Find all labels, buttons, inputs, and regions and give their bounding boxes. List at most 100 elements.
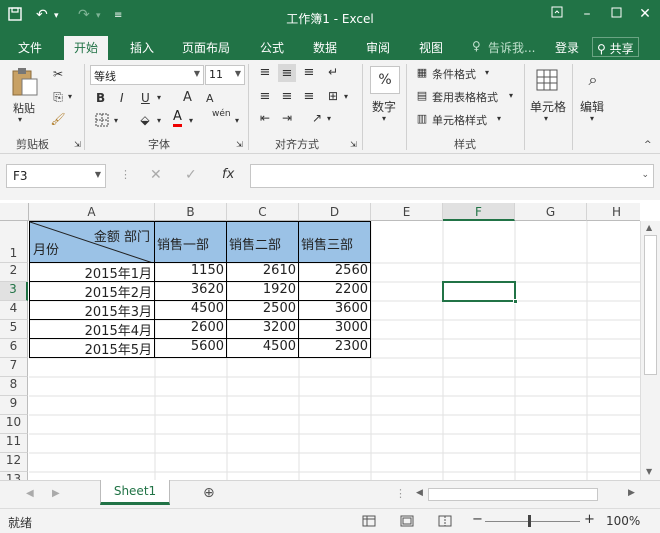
- merge-dropdown-icon[interactable]: ▾: [344, 92, 348, 101]
- tab-data[interactable]: 数据: [313, 39, 337, 56]
- close-icon[interactable]: ✕: [634, 6, 656, 22]
- cell-style-icon[interactable]: ▥: [414, 110, 430, 126]
- minimize-icon[interactable]: –: [576, 6, 598, 22]
- zoom-out-button[interactable]: −: [472, 512, 483, 527]
- decrease-indent-icon[interactable]: ⇤: [256, 110, 274, 126]
- month-cell[interactable]: 2015年4月: [29, 320, 155, 339]
- zoom-level[interactable]: 100%: [606, 514, 640, 528]
- paste-dropdown-icon[interactable]: ▾: [18, 115, 22, 124]
- align-right-icon[interactable]: ≡: [300, 88, 318, 104]
- alignment-launcher-icon[interactable]: ⇲: [350, 140, 357, 149]
- row-header[interactable]: 10: [0, 415, 28, 434]
- increase-indent-icon[interactable]: ⇥: [278, 110, 296, 126]
- value-cell[interactable]: 2300: [299, 339, 371, 358]
- italic-button[interactable]: I: [120, 91, 124, 105]
- font-color-button[interactable]: A: [173, 110, 182, 127]
- cells-label[interactable]: 单元格: [530, 98, 566, 115]
- merge-center-icon[interactable]: ⊞: [324, 88, 342, 104]
- phonetic-dropdown-icon[interactable]: ▾: [235, 116, 239, 125]
- value-cell[interactable]: 3000: [299, 320, 371, 339]
- month-cell[interactable]: 2015年3月: [29, 301, 155, 320]
- month-cell[interactable]: 2015年5月: [29, 339, 155, 358]
- phonetic-button[interactable]: wén: [212, 109, 231, 119]
- borders-dropdown-icon[interactable]: ▾: [114, 116, 118, 125]
- wrap-text-icon[interactable]: ↵: [324, 64, 342, 80]
- copy-icon[interactable]: ⎘: [50, 89, 66, 105]
- value-cell[interactable]: 3600: [299, 301, 371, 320]
- tab-page-layout[interactable]: 页面布局: [182, 39, 230, 56]
- row-header[interactable]: 13: [0, 472, 28, 480]
- number-dropdown-icon[interactable]: ▾: [382, 114, 386, 123]
- table-format-icon[interactable]: ▤: [414, 87, 430, 103]
- row-header[interactable]: 7: [0, 358, 28, 377]
- column-header-b[interactable]: B: [155, 203, 227, 221]
- login-link[interactable]: 登录: [555, 39, 579, 56]
- grow-font-button[interactable]: A: [183, 90, 192, 105]
- underline-dropdown-icon[interactable]: ▾: [157, 93, 161, 102]
- ribbon-options-icon[interactable]: [546, 6, 568, 22]
- month-cell[interactable]: 2015年2月: [29, 282, 155, 301]
- orientation-dropdown-icon[interactable]: ▾: [327, 114, 331, 123]
- row-header[interactable]: 6: [0, 339, 28, 358]
- row-header[interactable]: 3: [0, 282, 28, 301]
- borders-icon[interactable]: [94, 112, 110, 128]
- cells-dropdown-icon[interactable]: ▾: [544, 114, 548, 123]
- cells-icon[interactable]: [534, 66, 560, 94]
- value-cell[interactable]: 1920: [227, 282, 299, 301]
- orientation-icon[interactable]: ↗: [308, 110, 326, 126]
- vertical-scrollbar[interactable]: ▲ ▼: [640, 221, 660, 480]
- scroll-left-icon[interactable]: ◀: [416, 488, 423, 498]
- horizontal-scroll-thumb[interactable]: [428, 488, 598, 501]
- value-cell[interactable]: 4500: [227, 339, 299, 358]
- row-header[interactable]: 9: [0, 396, 28, 415]
- fill-handle[interactable]: [513, 299, 518, 304]
- sheet-tab-sheet1[interactable]: Sheet1: [100, 480, 170, 505]
- align-top-icon[interactable]: ≡: [256, 64, 274, 80]
- insert-function-icon[interactable]: fx: [222, 167, 234, 182]
- tab-home[interactable]: 开始: [64, 36, 109, 60]
- header-cell[interactable]: 销售二部: [227, 221, 299, 263]
- editing-label[interactable]: 编辑: [580, 98, 604, 115]
- shrink-font-button[interactable]: A: [206, 92, 214, 105]
- value-cell[interactable]: 1150: [155, 263, 227, 282]
- value-cell[interactable]: 3200: [227, 320, 299, 339]
- new-sheet-icon[interactable]: ⊕: [203, 485, 215, 501]
- zoom-in-button[interactable]: +: [584, 512, 595, 527]
- number-format-label[interactable]: 数字: [372, 98, 396, 115]
- tab-formulas[interactable]: 公式: [260, 39, 284, 56]
- cell-style-dropdown-icon[interactable]: ▾: [497, 114, 501, 123]
- conditional-format-dropdown-icon[interactable]: ▾: [485, 68, 489, 77]
- align-left-icon[interactable]: ≡: [256, 88, 274, 104]
- fill-color-icon[interactable]: ⬙: [137, 112, 153, 128]
- font-launcher-icon[interactable]: ⇲: [236, 140, 243, 149]
- worksheet-grid[interactable]: A B C D E F G H 1 2 3 4 5 6 7 8 9 10 11 …: [0, 200, 640, 480]
- align-center-icon[interactable]: ≡: [278, 88, 296, 104]
- bold-button[interactable]: B: [96, 91, 105, 105]
- select-all-button[interactable]: [0, 203, 29, 221]
- enter-icon[interactable]: ✓: [185, 167, 197, 183]
- table-format-dropdown-icon[interactable]: ▾: [509, 91, 513, 100]
- row-header[interactable]: 11: [0, 434, 28, 453]
- scroll-right-icon[interactable]: ▶: [628, 488, 635, 498]
- cancel-icon[interactable]: ✕: [150, 167, 162, 183]
- value-cell[interactable]: 2560: [299, 263, 371, 282]
- header-cell[interactable]: 销售三部: [299, 221, 371, 263]
- name-box[interactable]: F3 ▼: [6, 164, 106, 188]
- value-cell[interactable]: 2200: [299, 282, 371, 301]
- column-header-g[interactable]: G: [515, 203, 587, 221]
- align-bottom-icon[interactable]: ≡: [300, 64, 318, 80]
- zoom-slider-track[interactable]: [485, 521, 580, 522]
- font-name-combo[interactable]: 等线 ▼: [90, 65, 204, 85]
- editing-dropdown-icon[interactable]: ▾: [590, 114, 594, 123]
- row-header[interactable]: 1: [0, 221, 28, 263]
- page-break-view-icon[interactable]: [436, 513, 454, 529]
- page-layout-view-icon[interactable]: [398, 513, 416, 529]
- share-button[interactable]: ⚲ 共享: [592, 37, 639, 57]
- split-handle[interactable]: ⋮: [395, 487, 406, 500]
- cell-style-button[interactable]: 单元格样式: [432, 112, 487, 128]
- tab-review[interactable]: 审阅: [366, 39, 390, 56]
- column-header-h[interactable]: H: [587, 203, 640, 221]
- fill-color-dropdown-icon[interactable]: ▾: [157, 116, 161, 125]
- row-header[interactable]: 5: [0, 320, 28, 339]
- align-middle-icon[interactable]: ≡: [278, 64, 296, 82]
